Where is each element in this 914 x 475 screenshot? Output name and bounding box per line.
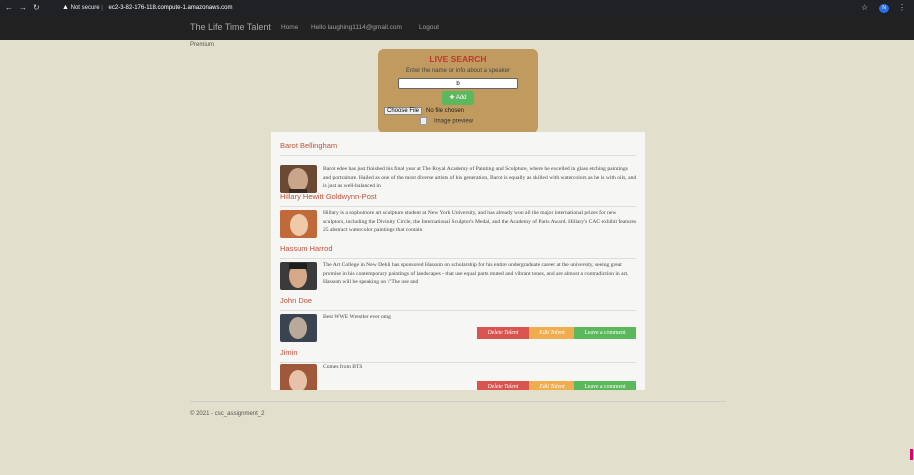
talent-list[interactable]: Barot Bellingham Barot edee has just fin… <box>271 132 645 390</box>
footer-text: © 2021 - csc_assignment_2 <box>190 411 265 417</box>
premium-label: Premium <box>190 42 215 48</box>
image-preview: Image preview <box>420 117 473 125</box>
add-button-label: Add <box>455 95 467 101</box>
nav-home-link[interactable]: Home <box>281 24 298 31</box>
footer-divider <box>190 401 726 402</box>
leave-comment-button[interactable]: Leave a comment <box>574 381 636 390</box>
talent-avatar <box>280 314 317 342</box>
warning-icon: ▲ <box>62 4 69 11</box>
talent-avatar <box>280 364 317 390</box>
talent-name[interactable]: John Doe <box>280 296 312 305</box>
search-hint: Enter the name or info about a speaker <box>405 68 511 74</box>
search-input[interactable] <box>398 78 518 89</box>
plus-icon: ✚ <box>449 95 455 101</box>
leave-comment-button[interactable]: Leave a comment <box>574 327 636 339</box>
divider <box>280 310 636 311</box>
live-search-panel: LIVE SEARCH Enter the name or info about… <box>378 49 538 133</box>
no-file-label: No file chosen <box>426 108 465 114</box>
menu-icon[interactable]: ⋮ <box>898 3 906 12</box>
edit-talent-button[interactable]: Edit Talent <box>529 381 575 390</box>
nav-hello-link[interactable]: Hello laughing1114@gmail.com <box>311 24 402 31</box>
reload-icon[interactable]: ↻ <box>33 3 40 12</box>
profile-avatar[interactable]: N <box>879 4 889 13</box>
talent-avatar <box>280 165 317 193</box>
delete-talent-button[interactable]: Delete Talent <box>477 381 529 390</box>
brand-link[interactable]: The Life Time Talent <box>190 22 271 32</box>
talent-description: Hillary is a sophomore art sculpture stu… <box>323 210 637 233</box>
security-label: Not secure <box>70 5 100 11</box>
talent-name[interactable]: Hassum Harrod <box>280 244 333 253</box>
talent-avatar <box>280 262 317 290</box>
browser-toolbar: ← → ↻ ▲ Not secure | ec2-3-82-176-118.co… <box>0 0 914 16</box>
forward-arrow-icon[interactable]: → <box>19 3 27 12</box>
star-icon[interactable]: ☆ <box>861 3 868 12</box>
image-preview-alt: Image preview <box>434 118 474 125</box>
address-bar[interactable]: ▲ Not secure | ec2-3-82-176-118.compute-… <box>62 4 232 11</box>
corner-mark <box>910 449 913 460</box>
divider <box>280 155 636 156</box>
url-text: ec2-3-82-176-118.compute-1.amazonaws.com <box>108 5 233 11</box>
divider <box>280 258 636 259</box>
talent-name[interactable]: Jimin <box>280 348 298 357</box>
talent-name[interactable]: Hillary Hewitt Goldwynn-Post <box>280 192 377 201</box>
broken-image-icon <box>420 117 427 125</box>
site-navbar: The Life Time Talent Home Hello laughing… <box>0 16 914 40</box>
divider <box>280 206 636 207</box>
talent-description: Barot edee has just finished his final y… <box>323 166 637 189</box>
edit-talent-button[interactable]: Edit Talent <box>529 327 575 339</box>
talent-name[interactable]: Barot Bellingham <box>280 141 337 150</box>
search-title: LIVE SEARCH <box>429 54 487 64</box>
choose-file-button[interactable]: Choose File <box>384 107 423 115</box>
talent-description: The Art College in New Dehli has sponsor… <box>323 262 629 285</box>
nav-logout-link[interactable]: Logout <box>419 24 439 31</box>
delete-talent-button[interactable]: Delete Talent <box>477 327 529 339</box>
back-arrow-icon[interactable]: ← <box>5 3 13 12</box>
talent-avatar <box>280 210 317 238</box>
add-button[interactable]: ✚ Add <box>442 91 474 105</box>
